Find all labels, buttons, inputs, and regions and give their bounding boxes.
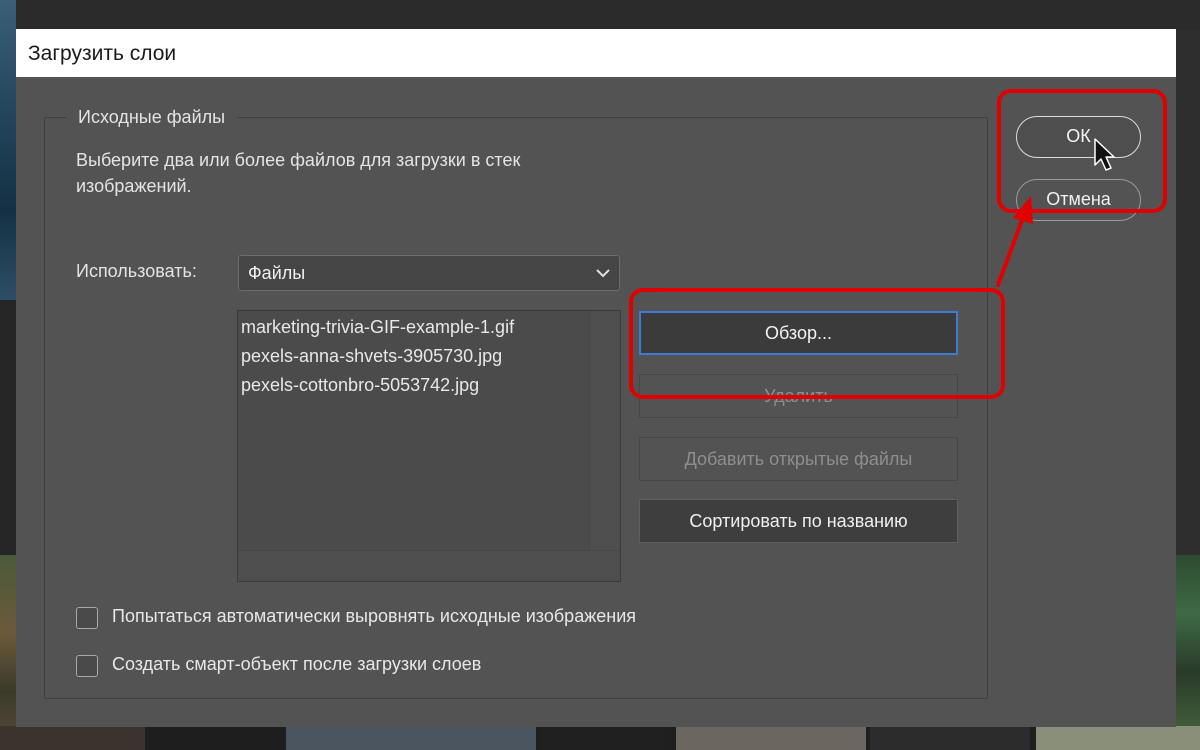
background-image-left: [0, 0, 16, 300]
sort-by-name-button[interactable]: Сортировать по названию: [639, 499, 958, 543]
mouse-cursor-icon: [1094, 138, 1115, 171]
use-label: Использовать:: [76, 261, 197, 281]
background-thumbnail-left: [0, 555, 16, 750]
smart-object-checkbox[interactable]: [76, 655, 98, 677]
file-list[interactable]: marketing-trivia-GIF-example-1.gif pexel…: [237, 310, 621, 582]
file-list-item[interactable]: pexels-anna-shvets-3905730.jpg: [241, 346, 502, 367]
ok-highlight-frame: [997, 89, 1167, 213]
browse-highlight-frame: [629, 288, 1005, 399]
auto-align-checkbox[interactable]: [76, 607, 98, 629]
file-list-horizontal-scrollbar[interactable]: [238, 550, 620, 581]
smart-object-label: Создать смарт-объект после загрузки слое…: [112, 654, 482, 674]
use-dropdown[interactable]: Файлы: [238, 255, 620, 291]
source-files-legend: Исходные файлы: [66, 107, 238, 128]
load-layers-dialog: Загрузить слои Исходные файлы Выберите д…: [16, 29, 1176, 727]
dialog-title-bar[interactable]: Загрузить слои: [16, 29, 1176, 77]
background-thumbnail-right: [1176, 555, 1200, 750]
file-list-item[interactable]: pexels-cottonbro-5053742.jpg: [241, 375, 479, 396]
file-list-vertical-scrollbar[interactable]: [589, 311, 620, 581]
file-list-item[interactable]: marketing-trivia-GIF-example-1.gif: [241, 317, 514, 338]
chevron-down-icon: [596, 269, 610, 278]
auto-align-label: Попытаться автоматически выровнять исход…: [112, 606, 636, 626]
use-dropdown-value: Файлы: [248, 263, 306, 283]
add-open-files-button[interactable]: Добавить открытые файлы: [639, 437, 958, 481]
add-open-files-button-label: Добавить открытые файлы: [684, 449, 913, 469]
source-files-description: Выберите два или более файлов для загруз…: [76, 150, 521, 196]
dialog-title: Загрузить слои: [28, 42, 177, 65]
workspace-thumbnail-strip: [0, 726, 1200, 750]
sort-by-name-button-label: Сортировать по названию: [689, 511, 908, 531]
workspace-top-bar: [0, 0, 1200, 30]
